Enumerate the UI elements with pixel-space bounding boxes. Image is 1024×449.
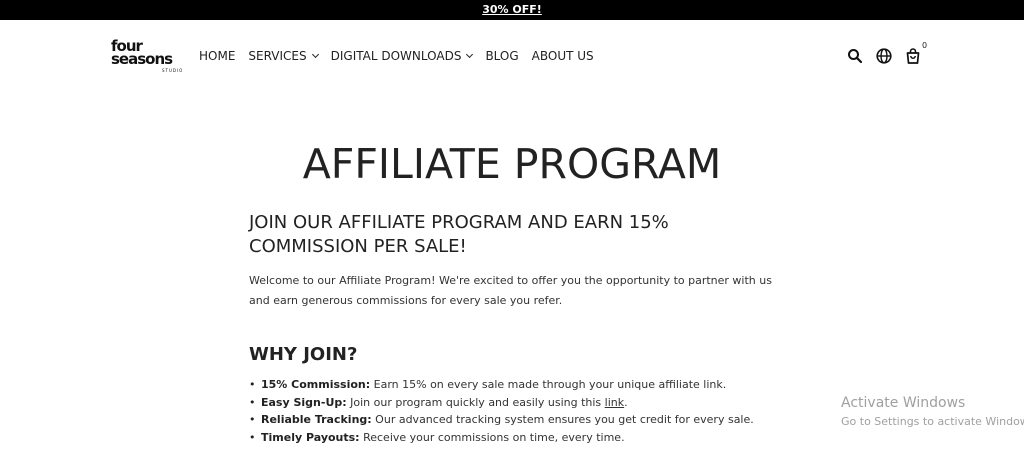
nav-label: ABOUT US	[531, 49, 594, 63]
activate-windows-watermark: Activate Windows Go to Settings to activ…	[841, 394, 1024, 430]
logo-line-3: STUDIO	[162, 68, 184, 73]
search-icon[interactable]	[846, 47, 864, 65]
logo-line-2: seasons	[111, 50, 173, 68]
list-item: Timely Payouts: Receive your commissions…	[249, 429, 769, 447]
chevron-down-icon	[466, 50, 474, 59]
header-icons: 0	[846, 41, 933, 65]
brand-logo[interactable]: four seasons STUDIO	[111, 39, 183, 79]
page-title: AFFILIATE PROGRAM	[302, 140, 722, 188]
list-item: Easy Sign-Up: Join our program quickly a…	[249, 394, 769, 412]
cart-icon[interactable]: 0	[904, 41, 927, 65]
nav-item-about-us[interactable]: ABOUT US	[532, 49, 594, 63]
signup-link[interactable]: link	[605, 396, 624, 409]
benefit-text: Receive your commissions on time, every …	[359, 430, 625, 444]
watermark-subtitle: Go to Settings to activate Windows.	[841, 415, 1024, 428]
benefit-text: Our advanced tracking system ensures you…	[371, 413, 754, 426]
nav-item-home[interactable]: HOME	[199, 49, 235, 63]
benefit-text-end: .	[624, 395, 628, 409]
cart-count-badge: 0	[922, 41, 928, 50]
promo-banner: 30% OFF!	[0, 0, 1024, 20]
benefit-label: Easy Sign-Up:	[261, 395, 347, 409]
nav-label: SERVICES	[248, 49, 307, 63]
globe-icon[interactable]	[875, 47, 893, 65]
watermark-title: Activate Windows	[841, 395, 966, 411]
promo-link[interactable]: 30% OFF!	[482, 3, 542, 16]
main-nav: HOME SERVICES DIGITAL DOWNLOADS BLOG ABO…	[199, 48, 607, 64]
benefits-list: 15% Commission: Earn 15% on every sale m…	[249, 376, 769, 446]
list-item: Reliable Tracking: Our advanced tracking…	[249, 411, 769, 429]
why-join-heading: WHY JOIN?	[249, 344, 358, 365]
benefit-text: Earn 15% on every sale made through your…	[370, 378, 727, 391]
benefit-label: Reliable Tracking:	[261, 413, 372, 426]
nav-item-services[interactable]: SERVICES	[248, 49, 319, 63]
nav-item-blog[interactable]: BLOG	[485, 49, 518, 63]
site-header: four seasons STUDIO HOME SERVICES DIGITA…	[0, 20, 1024, 92]
nav-label: HOME	[199, 49, 236, 63]
chevron-down-icon	[311, 50, 319, 59]
nav-label: DIGITAL DOWNLOADS	[330, 49, 462, 63]
benefit-text: Join our program quickly and easily usin…	[346, 395, 605, 409]
intro-paragraph: Welcome to our Affiliate Program! We're …	[249, 274, 772, 307]
affiliate-intro-section: JOIN OUR AFFILIATE PROGRAM AND EARN 15% …	[249, 211, 789, 311]
benefit-label: Timely Payouts:	[261, 430, 360, 444]
section-heading: JOIN OUR AFFILIATE PROGRAM AND EARN 15% …	[249, 212, 669, 257]
benefit-label: 15% Commission:	[261, 378, 371, 391]
nav-label: BLOG	[485, 49, 519, 63]
list-item: 15% Commission: Earn 15% on every sale m…	[249, 376, 769, 394]
nav-item-digital-downloads[interactable]: DIGITAL DOWNLOADS	[330, 49, 474, 63]
